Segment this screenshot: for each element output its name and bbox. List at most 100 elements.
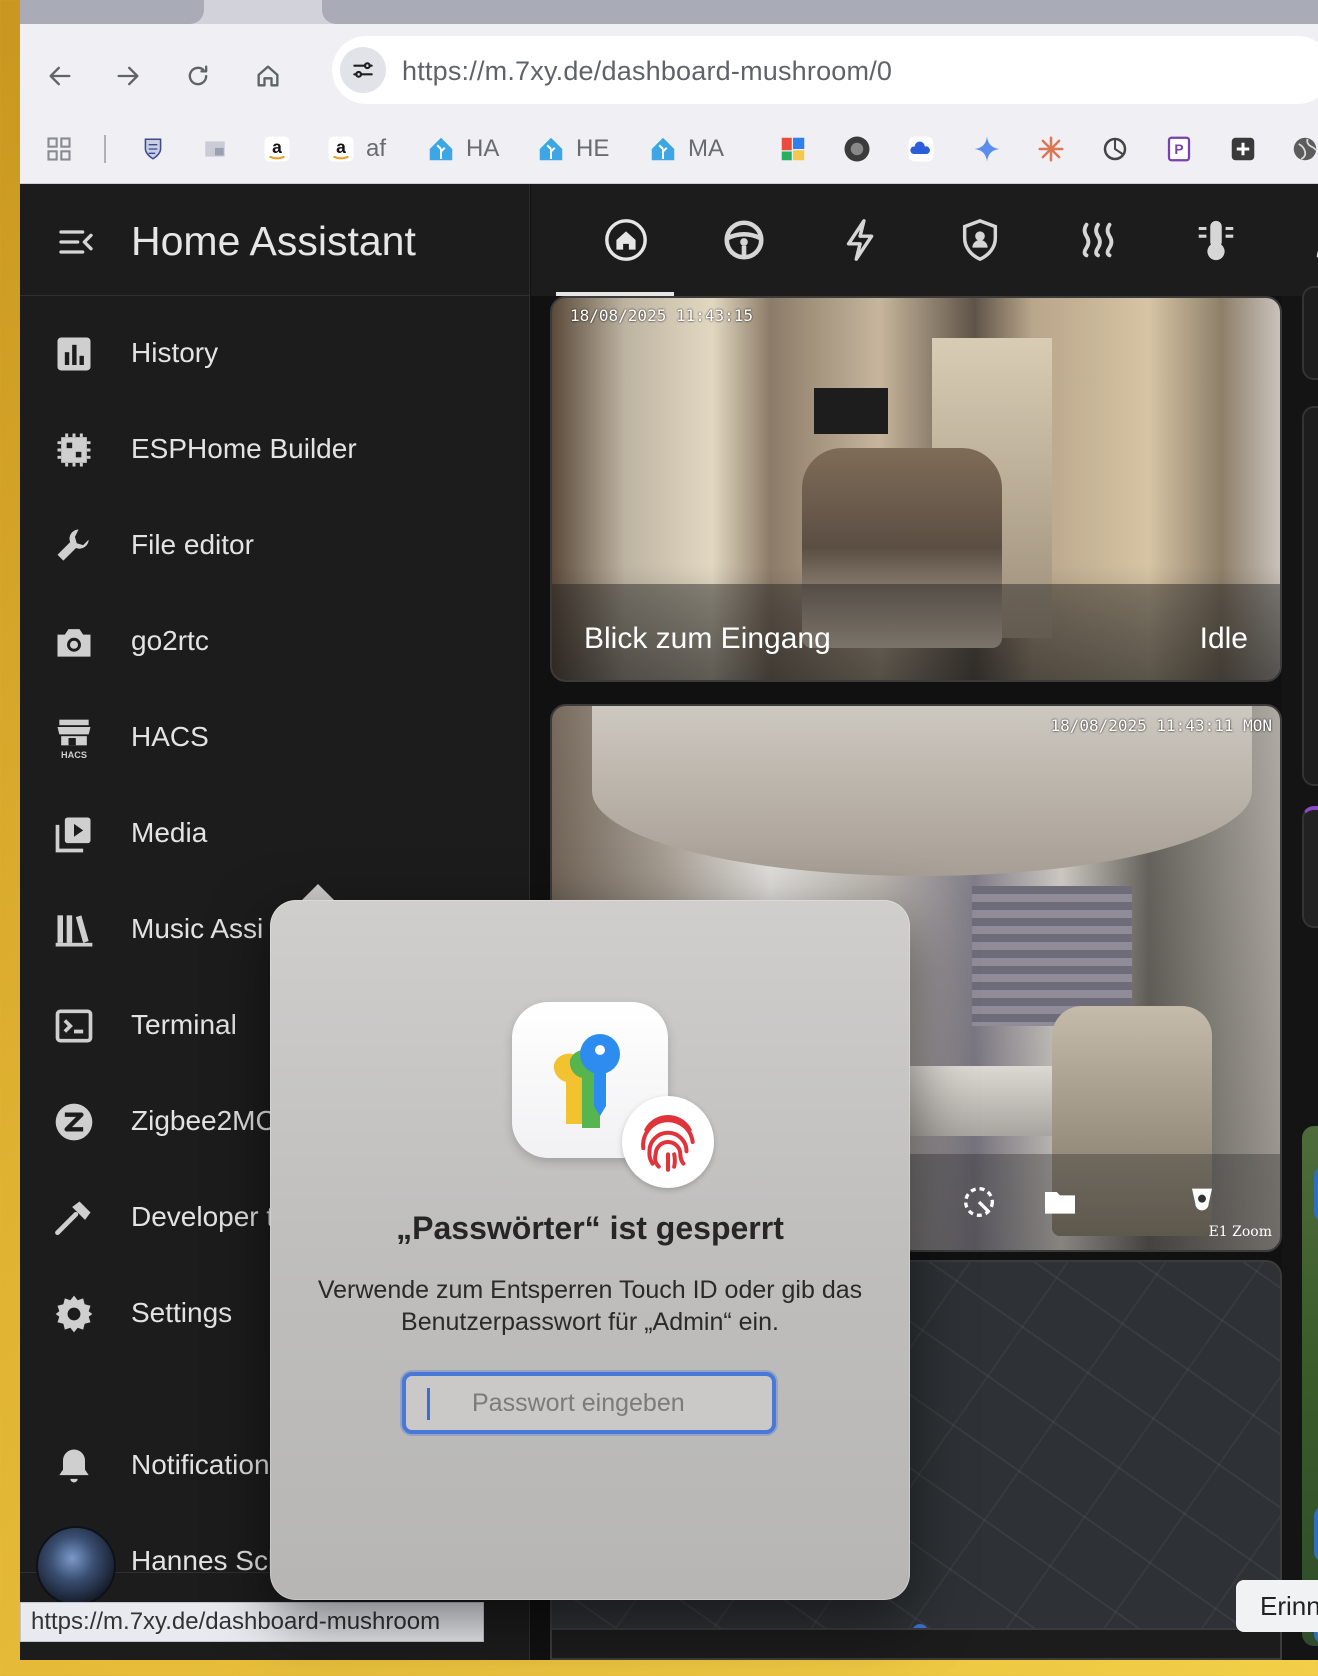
sidebar-item-go2rtc[interactable]: go2rtc bbox=[20, 598, 529, 686]
status-bar-url: https://m.7xy.de/dashboard-mushroom bbox=[20, 1602, 484, 1642]
cast-icon bbox=[198, 132, 232, 166]
bookmark-apps[interactable] bbox=[42, 131, 76, 167]
heating-icon bbox=[1082, 222, 1114, 258]
camera-card-entrance[interactable]: 18/08/2025 11:43:15 Blick zum Eingang Id… bbox=[550, 296, 1282, 682]
browser-tab[interactable] bbox=[20, 0, 204, 24]
address-url[interactable]: https://m.7xy.de/dashboard-mushroom/0 bbox=[402, 56, 892, 87]
sidebar-item-label: Developer t bbox=[131, 1201, 275, 1232]
steering-wheel-icon bbox=[724, 220, 764, 260]
reload-button[interactable] bbox=[178, 56, 218, 96]
bookmark-plus[interactable] bbox=[1226, 131, 1260, 167]
cloud-icon bbox=[904, 132, 938, 166]
tab-strip bbox=[20, 0, 1318, 24]
home-assistant-icon bbox=[424, 132, 458, 166]
sidebar-item-label: ESPHome Builder bbox=[131, 433, 357, 464]
bookmark-label: af bbox=[366, 135, 387, 162]
bookmark-ma[interactable]: MA bbox=[646, 131, 724, 167]
sidebar-item-label: File editor bbox=[131, 529, 254, 560]
bookmark-amazon[interactable]: a bbox=[260, 131, 294, 167]
camera-timestamp: 18/08/2025 11:43:11 MON bbox=[1050, 716, 1272, 735]
dialog-message: Verwende zum Entsperren Touch ID oder gi… bbox=[317, 1276, 863, 1336]
tab-energy[interactable] bbox=[836, 214, 888, 266]
right-column: 1 0 5 1 bbox=[1282, 286, 1318, 1660]
svg-text:a: a bbox=[336, 137, 346, 157]
partial-button[interactable]: 5 bbox=[1314, 1506, 1318, 1562]
bookmark-gemini[interactable] bbox=[970, 131, 1004, 167]
gemini-icon bbox=[970, 132, 1004, 166]
bookmark-he[interactable]: HE bbox=[534, 131, 609, 167]
bookmark-p[interactable]: P bbox=[1162, 131, 1196, 167]
wrench-icon bbox=[52, 524, 96, 568]
map-footer bbox=[552, 1628, 1280, 1658]
bookmark-label: HE bbox=[576, 135, 610, 162]
bookmark-blocks[interactable] bbox=[776, 131, 810, 167]
dialog-title: „Passwörter“ ist gesperrt bbox=[396, 1210, 784, 1246]
avatar[interactable] bbox=[36, 1526, 116, 1606]
sidebar-item-history[interactable]: History bbox=[20, 310, 529, 398]
home-assistant-icon bbox=[646, 132, 680, 166]
touch-id-icon bbox=[622, 1096, 714, 1188]
partial-button[interactable] bbox=[1314, 1166, 1318, 1222]
crest-icon bbox=[136, 132, 170, 166]
camera-state: Idle bbox=[1199, 622, 1248, 655]
bookmark-cast[interactable] bbox=[198, 131, 232, 167]
sidebar-item-label: go2rtc bbox=[131, 625, 209, 656]
forward-button[interactable] bbox=[108, 56, 148, 96]
partial-card[interactable] bbox=[1302, 286, 1318, 380]
sidebar-item-label: Terminal bbox=[131, 1009, 237, 1040]
forward-icon bbox=[117, 66, 139, 86]
tab-home[interactable] bbox=[600, 214, 652, 266]
ptz-button[interactable] bbox=[957, 1180, 1001, 1224]
bookmark-ha[interactable]: HA bbox=[424, 131, 499, 167]
bookmark-amazon-af[interactable]: a af bbox=[324, 131, 386, 167]
home-icon bbox=[257, 65, 279, 87]
text-caret bbox=[427, 1388, 430, 1420]
recordings-button[interactable] bbox=[1038, 1180, 1082, 1224]
person-icon bbox=[1316, 250, 1318, 258]
tab-climate[interactable] bbox=[1190, 214, 1242, 266]
tab-person[interactable] bbox=[1308, 214, 1318, 266]
reminder-chip[interactable]: Erinn bbox=[1236, 1580, 1318, 1632]
tab-vehicle[interactable] bbox=[718, 214, 770, 266]
amazon-icon: a bbox=[260, 132, 294, 166]
home-button[interactable] bbox=[248, 56, 288, 96]
camera-model-button[interactable] bbox=[1180, 1180, 1224, 1224]
browser-tab[interactable] bbox=[322, 0, 1318, 24]
partial-card[interactable] bbox=[1302, 406, 1318, 786]
bookmarks-bar: a a af HA HE MA P bbox=[20, 114, 1318, 184]
address-bar[interactable]: https://m.7xy.de/dashboard-mushroom/0 bbox=[332, 36, 1318, 104]
sidebar-item-media[interactable]: Media bbox=[20, 790, 529, 878]
bookmark-crest[interactable] bbox=[136, 131, 170, 167]
password-input[interactable] bbox=[402, 1372, 776, 1434]
bookmark-chatgpt[interactable] bbox=[1098, 131, 1132, 167]
site-settings-icon[interactable] bbox=[340, 47, 386, 93]
p-book-icon: P bbox=[1162, 132, 1196, 166]
hacs-icon-text: HACS bbox=[61, 750, 87, 760]
partial-card[interactable]: 1 0 bbox=[1302, 806, 1318, 928]
bookmark-lens[interactable] bbox=[840, 131, 874, 167]
keys-icon bbox=[553, 1034, 620, 1128]
sidebar-toggle-button[interactable] bbox=[54, 222, 98, 262]
home-assistant-icon bbox=[534, 132, 568, 166]
tab-heating[interactable] bbox=[1072, 214, 1124, 266]
reload-icon bbox=[188, 65, 208, 86]
back-button[interactable] bbox=[40, 56, 80, 96]
sidebar-item-esphome[interactable]: ESPHome Builder bbox=[20, 406, 529, 494]
sidebar-item-file-editor[interactable]: File editor bbox=[20, 502, 529, 590]
hammer-icon bbox=[52, 1196, 96, 1240]
bookmark-claude[interactable] bbox=[1034, 131, 1068, 167]
bookmark-label: HA bbox=[466, 135, 500, 162]
home-icon bbox=[605, 219, 647, 261]
sidebar-item-hacs[interactable]: HACS HACS bbox=[20, 694, 529, 782]
camera-dome-icon bbox=[1192, 1188, 1212, 1211]
apps-grid-icon bbox=[42, 132, 76, 166]
camera-scene bbox=[814, 388, 888, 434]
tab-security[interactable] bbox=[954, 214, 1006, 266]
passwords-locked-dialog: „Passwörter“ ist gesperrt Verwende zum E… bbox=[270, 900, 910, 1600]
camera-name: Blick zum Eingang bbox=[584, 622, 831, 655]
bookmark-globe[interactable] bbox=[1288, 131, 1318, 167]
bell-icon bbox=[52, 1444, 96, 1488]
url-path: /dashboard-mushroom/0 bbox=[593, 56, 893, 86]
zigbee-icon bbox=[52, 1100, 96, 1144]
bookmark-cloud[interactable] bbox=[904, 131, 938, 167]
